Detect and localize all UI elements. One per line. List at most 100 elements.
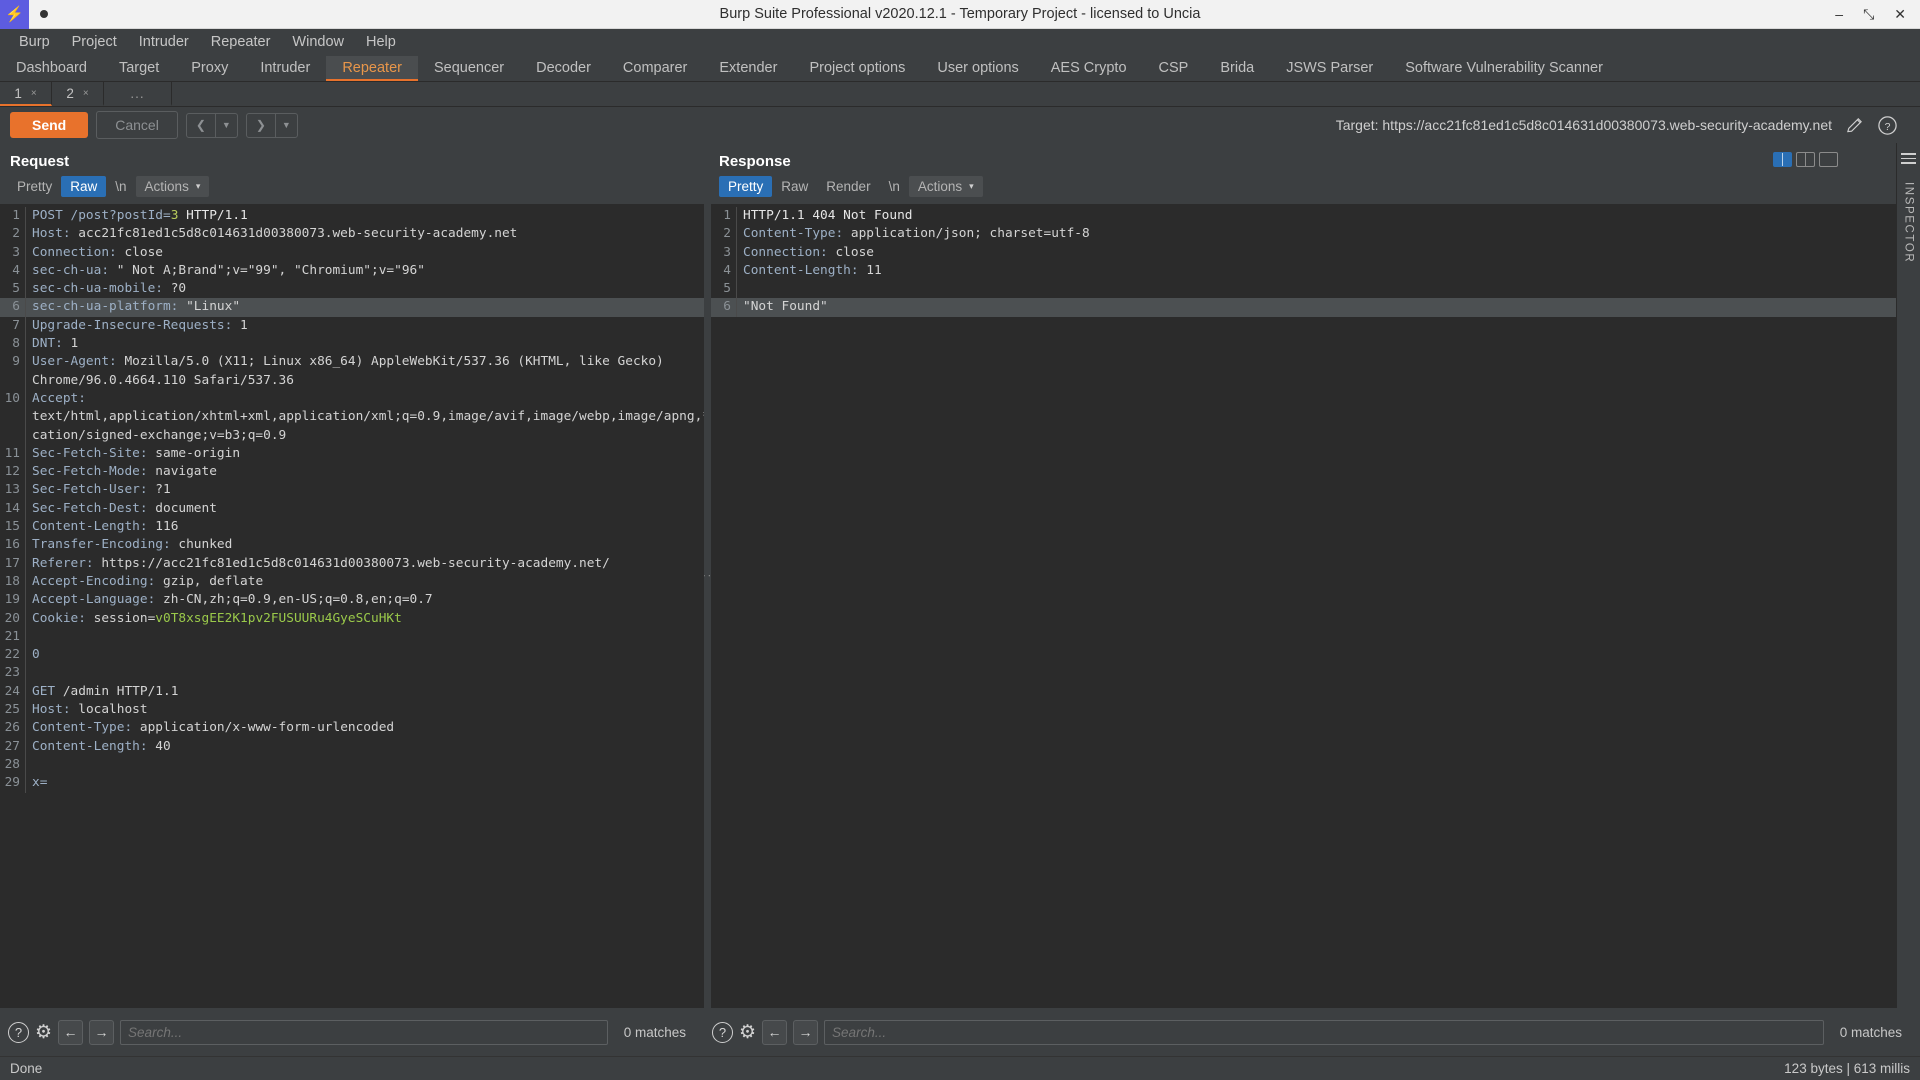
line-number: 19 xyxy=(0,591,26,610)
tab-project-options[interactable]: Project options xyxy=(793,56,921,81)
response-search-group: ? ⚙ ← → 0 matches xyxy=(704,1019,1920,1045)
tab-target[interactable]: Target xyxy=(103,56,175,81)
line-number: 28 xyxy=(0,755,26,775)
close-icon[interactable]: × xyxy=(83,88,89,99)
code-text: Sec-Fetch-User: ?1 xyxy=(32,482,171,498)
code-line: cation/signed-exchange;v=b3;q=0.9 xyxy=(0,426,704,445)
repeater-toolbar: Send Cancel ❮ ▼ ❯ ▼ Target: https://acc2… xyxy=(0,107,1920,143)
tab-proxy[interactable]: Proxy xyxy=(175,56,244,81)
repeater-tab-1[interactable]: 1 × xyxy=(0,82,52,106)
maximize-button[interactable]: ⤡ xyxy=(1863,7,1874,21)
menu-item-repeater[interactable]: Repeater xyxy=(200,29,282,56)
code-line: 29 x= xyxy=(0,774,704,793)
code-line: 15 Content-Length: 116 xyxy=(0,518,704,537)
tab-brida[interactable]: Brida xyxy=(1204,56,1270,81)
code-line: 24 GET /admin HTTP/1.1 xyxy=(0,682,704,702)
tab-sequencer[interactable]: Sequencer xyxy=(418,56,520,81)
response-view-tab-pretty[interactable]: Pretty xyxy=(719,176,773,197)
request-view-tab-raw[interactable]: Raw xyxy=(61,176,107,197)
search-prev-button[interactable]: ← xyxy=(58,1019,84,1045)
code-text: Cookie: session=v0T8xsgEE2K1pv2FUSUURu4G… xyxy=(32,610,402,626)
response-search-input[interactable] xyxy=(824,1019,1824,1045)
tab-extender[interactable]: Extender xyxy=(703,56,793,81)
request-search-input[interactable] xyxy=(120,1019,608,1045)
layout-horizontal-split-icon[interactable] xyxy=(1796,152,1815,167)
forward-arrow-icon: ❯ xyxy=(247,113,276,137)
menu-item-intruder[interactable]: Intruder xyxy=(128,29,200,56)
search-next-button[interactable]: → xyxy=(793,1019,819,1045)
tab-jsws-parser[interactable]: JSWS Parser xyxy=(1270,56,1389,81)
inspector-label: INSPECTOR xyxy=(1902,181,1915,264)
burp-logo-icon: ⚡ xyxy=(0,0,29,29)
repeater-tab-2[interactable]: 2 × xyxy=(52,82,104,106)
gear-icon[interactable]: ⚙ xyxy=(35,1023,52,1042)
response-view-tab-raw[interactable]: Raw xyxy=(772,176,817,197)
tab-csp[interactable]: CSP xyxy=(1143,56,1205,81)
minimize-button[interactable]: – xyxy=(1835,7,1843,21)
code-text: Host: acc21fc81ed1c5d8c014631d00380073.w… xyxy=(32,226,518,242)
request-actions-button[interactable]: Actions ▾ xyxy=(135,176,210,197)
code-line: 5 sec-ch-ua-mobile: ?0 xyxy=(0,280,704,299)
tab-aes-crypto[interactable]: AES Crypto xyxy=(1035,56,1143,81)
gear-icon[interactable]: ⚙ xyxy=(739,1023,756,1042)
help-icon[interactable]: ? xyxy=(1877,115,1898,136)
request-view-tab-pretty[interactable]: Pretty xyxy=(8,176,61,197)
code-line: 26 Content-Type: application/x-www-form-u… xyxy=(0,719,704,738)
menu-item-project[interactable]: Project xyxy=(61,29,128,56)
tab-decoder[interactable]: Decoder xyxy=(520,56,607,81)
code-line: 3 Connection: close xyxy=(0,243,704,262)
code-text: x= xyxy=(32,775,48,791)
go-back-button[interactable]: ❮ ▼ xyxy=(185,112,238,138)
code-line: 6 "Not Found" xyxy=(711,298,1896,317)
window-menu-dot-icon[interactable] xyxy=(29,0,58,29)
send-button[interactable]: Send xyxy=(10,112,89,138)
code-line: 3 Connection: close xyxy=(711,243,1896,262)
code-line: 4 sec-ch-ua: " Not A;Brand";v="99", "Chro… xyxy=(0,261,704,281)
actions-label: Actions xyxy=(917,179,963,194)
actions-label: Actions xyxy=(144,179,189,194)
main-tab-strip: Dashboard Target Proxy Intruder Repeater Sequ… xyxy=(0,56,1920,82)
menu-item-window[interactable]: Window xyxy=(281,29,355,56)
request-editor[interactable]: 1 POST /post?postId=3 HTTP/1.1 2 Host: acc2… xyxy=(0,204,704,1008)
code-text: Accept-Encoding: gzip, deflate xyxy=(32,573,264,589)
tab-software-vulnerability-scanner[interactable]: Software Vulnerability Scanner xyxy=(1389,56,1619,81)
menu-bar: Burp Project Intruder Repeater Window Help xyxy=(0,29,1920,56)
search-prev-button[interactable]: ← xyxy=(762,1019,788,1045)
close-button[interactable]: ✕ xyxy=(1894,7,1906,21)
menu-hamburger-icon[interactable] xyxy=(1901,153,1916,164)
code-line: 14 Sec-Fetch-Dest: document xyxy=(0,499,704,519)
tab-repeater[interactable]: Repeater xyxy=(326,56,418,81)
help-icon[interactable]: ? xyxy=(8,1021,29,1043)
code-line: 19 Accept-Language: zh-CN,zh;q=0.9,en-US;… xyxy=(0,591,704,610)
go-forward-button[interactable]: ❯ ▼ xyxy=(245,112,298,138)
svg-text:?: ? xyxy=(1885,120,1891,132)
tab-dashboard[interactable]: Dashboard xyxy=(0,56,103,81)
new-repeater-tab-button[interactable]: ... xyxy=(104,82,172,106)
code-line: 7 Upgrade-Insecure-Requests: 1 xyxy=(0,316,704,336)
response-editor[interactable]: 1 HTTP/1.1 404 Not Found 2 Content-Type: ap… xyxy=(711,204,1896,1008)
inspector-rail[interactable]: INSPECTOR xyxy=(1896,143,1920,1008)
repeater-tab-strip: 1 × 2 ×... xyxy=(0,82,1920,107)
help-icon[interactable]: ? xyxy=(712,1021,733,1043)
layout-vertical-split-icon[interactable] xyxy=(1773,152,1792,167)
tab-user-options[interactable]: User options xyxy=(921,56,1034,81)
code-text: Connection: close xyxy=(32,244,163,260)
menu-item-burp[interactable]: Burp xyxy=(8,29,61,56)
search-bars: ? ⚙ ← → 0 matches ? ⚙ ← → 0 matches xyxy=(0,1008,1920,1056)
close-icon[interactable]: × xyxy=(31,88,37,99)
tab-comparer[interactable]: Comparer xyxy=(607,56,703,81)
repeater-tab-label: 2 xyxy=(66,85,74,101)
request-view-tab-n[interactable]: \n xyxy=(106,176,135,197)
response-view-tab-n[interactable]: \n xyxy=(880,176,909,197)
tab-intruder[interactable]: Intruder xyxy=(244,56,326,81)
response-view-tab-render[interactable]: Render xyxy=(817,176,879,197)
edit-pencil-icon[interactable] xyxy=(1845,116,1864,135)
line-number: 11 xyxy=(0,444,26,464)
response-actions-button[interactable]: Actions ▾ xyxy=(908,176,983,197)
layout-tabbed-icon[interactable] xyxy=(1819,152,1838,167)
code-line: 18 Accept-Encoding: gzip, deflate xyxy=(0,572,704,592)
search-next-button[interactable]: → xyxy=(89,1019,115,1045)
menu-item-help[interactable]: Help xyxy=(355,29,407,56)
request-title: Request xyxy=(10,153,70,170)
pane-splitter[interactable]: : xyxy=(701,143,715,1008)
